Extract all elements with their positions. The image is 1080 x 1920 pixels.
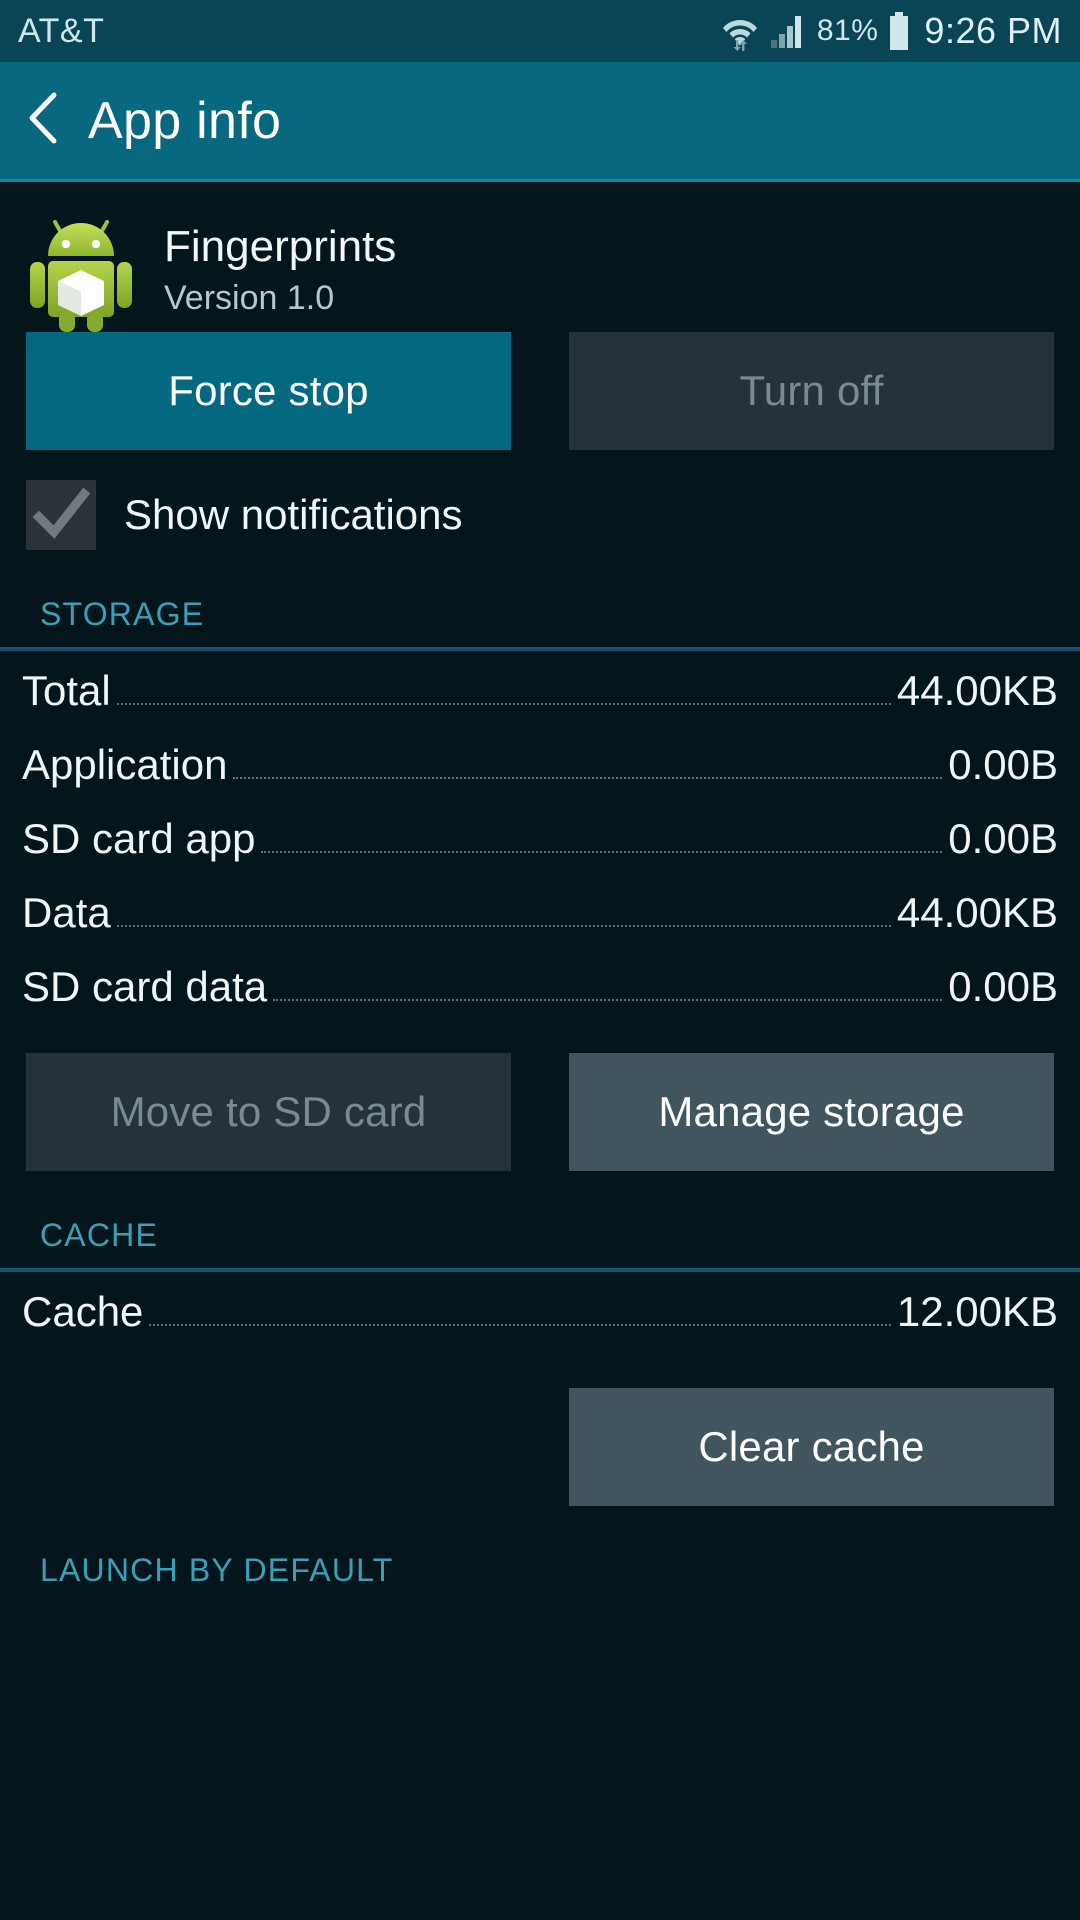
dotted-leader [273,999,943,1001]
dotted-leader [116,925,891,927]
action-bar: App info [0,62,1080,182]
app-version-label: Version 1.0 [164,278,335,317]
row-value: 12.00KB [896,1288,1058,1335]
clock-label: 9:26 PM [924,10,1062,51]
launch-by-default-section: LAUNCH BY DEFAULT [0,1506,1080,1603]
move-to-sd-card-button: Move to SD card [26,1053,511,1171]
status-icons: 81% 9:26 PM [721,10,1062,52]
show-notifications-label: Show notifications [124,491,463,538]
signal-icon [769,12,807,50]
battery-percent-label: 81% [816,14,879,47]
row-label: Data [22,889,111,936]
show-notifications-checkbox[interactable] [26,480,96,550]
row-label: Cache [22,1288,144,1335]
row-value: 44.00KB [896,667,1058,714]
dotted-leader [116,703,891,705]
storage-action-buttons: Move to SD card Manage storage [0,1053,1080,1171]
page-title: App info [88,91,282,150]
back-chevron-icon[interactable] [26,91,88,150]
app-action-buttons: Force stop Turn off [0,332,1080,450]
checkmark-icon [32,487,91,539]
battery-icon [888,12,910,50]
launch-by-default-section-title: LAUNCH BY DEFAULT [40,1552,394,1588]
table-row: Total 44.00KB [0,667,1080,741]
clear-cache-button[interactable]: Clear cache [569,1388,1054,1506]
table-row: Application 0.00B [0,741,1080,815]
row-label: SD card app [22,815,256,862]
app-meta: Fingerprints Version 1.0 [164,212,396,318]
app-header: Fingerprints Version 1.0 [0,182,1080,332]
table-row: Cache 12.00KB [0,1288,1080,1362]
android-robot-icon [26,212,164,337]
dotted-leader [149,1324,891,1326]
cache-action-buttons: Clear cache [0,1388,1080,1506]
wifi-icon [721,11,759,51]
turn-off-button: Turn off [569,332,1054,450]
table-row: SD card data 0.00B [0,963,1080,1037]
carrier-label: AT&T [18,11,105,50]
manage-storage-button[interactable]: Manage storage [569,1053,1054,1171]
row-label: SD card data [22,963,268,1010]
cache-section-title: CACHE [40,1217,159,1253]
show-notifications-row[interactable]: Show notifications [0,450,1080,550]
storage-section: STORAGE [0,550,1080,651]
row-label: Total [22,667,111,714]
row-value: 44.00KB [896,889,1058,936]
row-label: Application [22,741,228,788]
status-bar: AT&T 81% 9:26 PM [0,0,1080,62]
table-row: SD card app 0.00B [0,815,1080,889]
dotted-leader [261,851,943,853]
force-stop-button[interactable]: Force stop [26,332,511,450]
row-value: 0.00B [948,815,1058,862]
app-name-label: Fingerprints [164,222,397,271]
row-value: 0.00B [948,963,1058,1010]
cache-section: CACHE [0,1171,1080,1272]
table-row: Data 44.00KB [0,889,1080,963]
storage-section-title: STORAGE [40,596,205,632]
dotted-leader [233,777,943,779]
row-value: 0.00B [948,741,1058,788]
